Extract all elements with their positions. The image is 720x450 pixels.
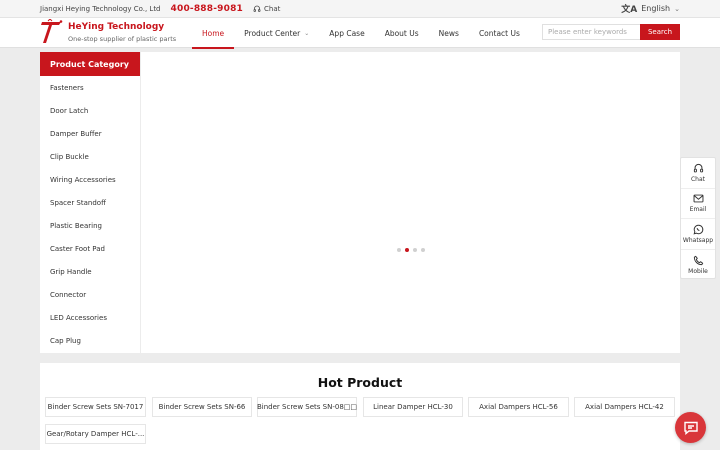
float-chat-label: Chat <box>690 175 706 183</box>
carousel-dot[interactable] <box>397 248 401 252</box>
whatsapp-icon <box>693 224 703 235</box>
carousel-dot-active[interactable] <box>405 248 409 252</box>
category-cap-plug[interactable]: Cap Plug <box>40 329 140 352</box>
headset-icon <box>693 163 703 173</box>
float-email-button[interactable]: Email <box>681 189 715 219</box>
hot-product-item[interactable]: Gear/Rotary Damper HCL-... <box>45 424 146 444</box>
hero-banner[interactable] <box>140 52 680 353</box>
category-door-latch[interactable]: Door Latch <box>40 99 140 122</box>
top-chat-label: Chat <box>264 4 281 13</box>
float-whatsapp-label: Whatsapp <box>682 236 714 244</box>
hot-product-item[interactable]: Linear Damper HCL-30 <box>363 397 463 417</box>
float-mobile-label: Mobile <box>688 267 708 275</box>
language-label: English <box>641 4 671 13</box>
nav-news-label: News <box>438 28 459 38</box>
carousel-indicators <box>397 248 425 252</box>
nav-news[interactable]: News <box>429 18 469 48</box>
search-button[interactable]: Search <box>640 24 680 40</box>
category-damper-buffer[interactable]: Damper Buffer <box>40 122 140 145</box>
brand-tagline: One-stop supplier of plastic parts <box>68 35 177 43</box>
brand-name: HeYing Technology <box>68 22 165 32</box>
category-plastic-bearing[interactable]: Plastic Bearing <box>40 214 140 237</box>
site-header: HeYing Technology One-stop supplier of p… <box>0 18 720 49</box>
nav-app-case[interactable]: App Case <box>319 18 374 48</box>
category-wiring-accessories[interactable]: Wiring Accessories <box>40 168 140 191</box>
carousel-dot[interactable] <box>421 248 425 252</box>
float-email-label: Email <box>689 206 707 214</box>
language-selector[interactable]: 文A English ⌄ <box>621 2 680 15</box>
nav-home[interactable]: Home <box>192 18 235 49</box>
top-chat-link[interactable]: Chat <box>253 5 280 13</box>
hot-product-title: Hot Product <box>317 375 403 390</box>
hotline-number[interactable]: 400-888-9081 <box>171 4 244 14</box>
search-input[interactable] <box>542 24 640 40</box>
category-clip-buckle[interactable]: Clip Buckle <box>40 145 140 168</box>
category-spacer-standoff[interactable]: Spacer Standoff <box>40 191 140 214</box>
hot-product-item[interactable]: Binder Screw Sets SN-08□□ <box>257 397 357 417</box>
category-caster-foot-pad[interactable]: Caster Foot Pad <box>40 237 140 260</box>
product-category-sidebar: Product Category Fasteners Door Latch Da… <box>40 52 140 353</box>
search-bar: Search <box>542 24 680 40</box>
translate-icon: 文A <box>621 5 638 15</box>
brand-block[interactable]: HeYing Technology One-stop supplier of p… <box>68 22 176 43</box>
hot-product-item[interactable]: Axial Dampers HCL-42 <box>574 397 675 417</box>
chevron-down-icon: ⌄ <box>304 29 310 37</box>
nav-product-center-label: Product Center <box>244 28 301 38</box>
category-fasteners[interactable]: Fasteners <box>40 76 140 99</box>
hot-product-item[interactable]: Binder Screw Sets SN-66 <box>152 397 252 417</box>
hot-product-item[interactable]: Axial Dampers HCL-56 <box>468 397 569 417</box>
category-grip-handle[interactable]: Grip Handle <box>40 260 140 283</box>
nav-home-label: Home <box>202 28 225 38</box>
company-name: Jiangxi Heying Technology Co., Ltd <box>40 4 161 13</box>
category-led-accessories[interactable]: LED Accessories <box>40 306 140 329</box>
category-connector[interactable]: Connector <box>40 283 140 306</box>
floating-contact-bar: Chat Email Whatsapp Mobile <box>680 157 716 279</box>
float-chat-button[interactable]: Chat <box>681 158 715 189</box>
float-whatsapp-button[interactable]: Whatsapp <box>681 219 715 250</box>
chevron-down-icon: ⌄ <box>674 4 680 13</box>
nav-product-center[interactable]: Product Center ⌄ <box>234 18 319 48</box>
carousel-dot[interactable] <box>413 248 417 252</box>
phone-icon <box>693 255 703 265</box>
message-icon <box>683 421 698 435</box>
mail-icon <box>693 194 703 203</box>
nav-contact-us-label: Contact Us <box>478 28 520 38</box>
nav-about-us-label: About Us <box>384 28 419 38</box>
nav-contact-us[interactable]: Contact Us <box>469 18 530 48</box>
nav-about-us[interactable]: About Us <box>375 18 429 48</box>
sidebar-title: Product Category <box>40 52 140 76</box>
top-info-bar: Jiangxi Heying Technology Co., Ltd 400-8… <box>0 0 720 18</box>
hot-product-section: Hot Product Binder Screw Sets SN-7017 Bi… <box>40 363 680 450</box>
hot-product-item[interactable]: Binder Screw Sets SN-7017 <box>45 397 146 417</box>
logo-icon[interactable] <box>40 19 64 45</box>
main-nav: Home Product Center ⌄ App Case About Us … <box>192 18 530 49</box>
float-mobile-button[interactable]: Mobile <box>681 250 715 281</box>
chat-fab-button[interactable] <box>675 412 706 443</box>
nav-app-case-label: App Case <box>329 28 365 38</box>
headset-icon <box>253 5 261 12</box>
